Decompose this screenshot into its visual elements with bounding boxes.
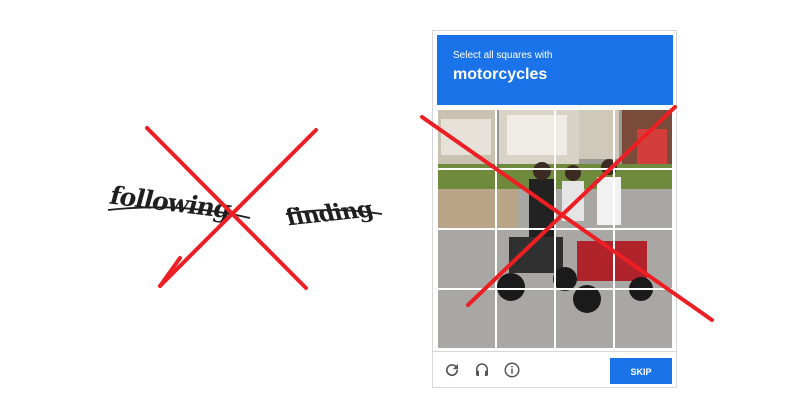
info-icon[interactable] bbox=[503, 361, 521, 379]
grid-tile[interactable] bbox=[614, 169, 673, 229]
grid-tile[interactable] bbox=[496, 229, 555, 289]
captcha-header: Select all squares with motorcycles bbox=[437, 35, 673, 105]
grid-tile[interactable] bbox=[614, 229, 673, 289]
captcha-target: motorcycles bbox=[453, 66, 548, 83]
cross-stroke-3 bbox=[158, 256, 182, 288]
grid-tile[interactable] bbox=[555, 229, 614, 289]
captcha-word-2: finding bbox=[282, 195, 376, 232]
tile-grid bbox=[437, 109, 673, 349]
grid-tile[interactable] bbox=[437, 169, 496, 229]
grid-tile[interactable] bbox=[496, 169, 555, 229]
reload-icon[interactable] bbox=[443, 361, 461, 379]
grid-tile[interactable] bbox=[496, 109, 555, 169]
skip-button[interactable]: SKIP bbox=[610, 358, 672, 384]
text-captcha: following finding bbox=[100, 110, 400, 310]
image-captcha-widget: Select all squares with motorcycles SKIP bbox=[432, 30, 677, 388]
grid-tile[interactable] bbox=[555, 289, 614, 349]
grid-tile[interactable] bbox=[437, 289, 496, 349]
grid-tile[interactable] bbox=[437, 109, 496, 169]
grid-tile[interactable] bbox=[555, 109, 614, 169]
grid-tile[interactable] bbox=[555, 169, 614, 229]
captcha-image-grid bbox=[437, 109, 673, 349]
captcha-footer: SKIP bbox=[433, 351, 676, 387]
grid-tile[interactable] bbox=[614, 109, 673, 169]
captcha-prompt: Select all squares with bbox=[453, 50, 553, 61]
grid-tile[interactable] bbox=[614, 289, 673, 349]
grid-tile[interactable] bbox=[437, 229, 496, 289]
audio-icon[interactable] bbox=[473, 361, 491, 379]
captcha-word-1: following bbox=[106, 180, 235, 225]
grid-tile[interactable] bbox=[496, 289, 555, 349]
